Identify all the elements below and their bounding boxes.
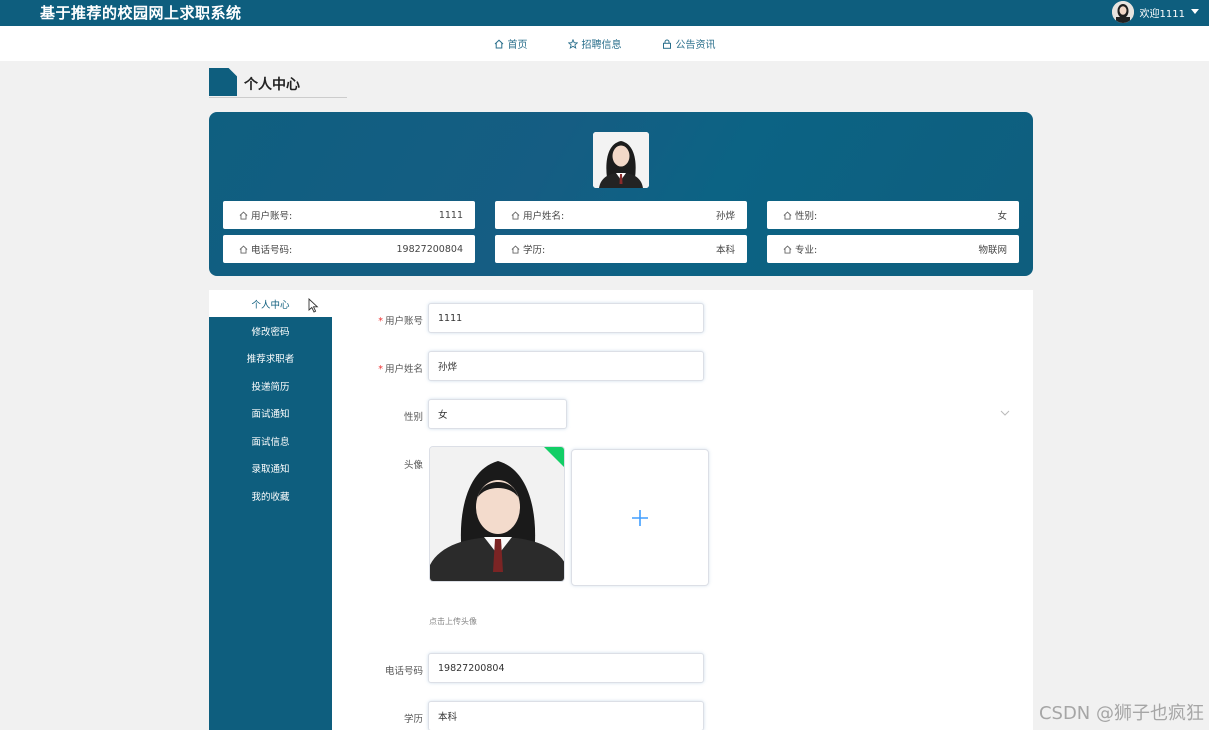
sidebar-item-label: 个人中心 [251,299,290,311]
avatar-label: 头像 [403,460,423,471]
nav-item-home[interactable]: 首页 [494,36,528,51]
education-input[interactable]: 本科 [428,701,704,730]
nav-item-label: 公告资讯 [675,40,716,51]
sidebar-item-offer[interactable]: 录取通知 [209,454,332,481]
avatar-preview[interactable] [429,446,565,582]
name-label-text: 用户姓名 [384,364,423,375]
page-title: 个人中心 [244,77,300,93]
info-label: 用户姓名: [523,211,565,222]
info-label: 学历: [523,245,546,256]
sidebar-item-interview-notice[interactable]: 面试通知 [209,399,332,426]
account-input-value: 1111 [438,312,463,324]
home-icon [511,210,520,220]
name-input-value: 孙烨 [438,362,458,373]
info-value: 孙烨 [715,211,735,222]
profile-banner: 用户账号: 1111 用户姓名: 孙烨 性别: 女 电话号码: 19827200… [209,112,1033,276]
user-menu[interactable]: 欢迎1111 [1111,1,1199,23]
home-icon [494,39,503,48]
sidebar-item-label: 录取通知 [251,463,290,475]
home-icon [783,210,792,220]
nav-item-label: 招聘信息 [581,40,622,51]
info-value: 本科 [715,245,735,256]
avatar-upload-button[interactable] [571,449,709,586]
phone-input-value: 19827200804 [438,662,505,674]
star-icon [567,38,578,49]
home-icon [239,244,248,254]
avatar-upload-hint: 点击上传头像 [429,617,477,626]
section-tab-marker [209,68,237,96]
info-label: 电话号码: [251,245,293,256]
info-value: 物联网 [978,245,1007,256]
home-icon [783,244,792,254]
account-input[interactable]: 1111 [428,303,704,333]
sidebar-item-label: 面试信息 [251,436,290,448]
education-label: 学历 [403,714,423,725]
gender-select-value: 女 [438,410,448,421]
plus-icon [632,509,648,526]
account-label-text: 用户账号 [384,316,423,327]
user-welcome-text: 欢迎1111 [1139,8,1185,20]
name-label: * 用户姓名 [378,364,423,375]
caret-down-icon [1191,9,1199,14]
sidebar-item-resume[interactable]: 投递简历 [209,372,332,399]
phone-label: 电话号码 [384,666,423,677]
name-input[interactable]: 孙烨 [428,351,704,381]
info-major: 专业: 物联网 [767,235,1019,263]
nav-item-jobs[interactable]: 招聘信息 [567,36,622,51]
watermark: CSDN @狮子也疯狂 [1038,703,1204,724]
chevron-down-icon[interactable] [1000,408,1010,418]
info-phone: 电话号码: 19827200804 [223,235,475,263]
home-icon [239,210,248,220]
info-value: 女 [997,211,1007,222]
sidebar-item-interview-info[interactable]: 面试信息 [209,427,332,454]
gender-label: 性别 [403,412,423,423]
avatar-photo [430,447,564,581]
phone-input[interactable]: 19827200804 [428,653,704,683]
mouse-cursor-icon [308,298,319,313]
lock-icon [662,39,671,49]
info-gender: 性别: 女 [767,201,1019,229]
info-label: 用户账号: [251,211,293,222]
sidebar-item-password[interactable]: 修改密码 [209,317,332,344]
sidebar-item-favorites[interactable]: 我的收藏 [209,482,332,509]
user-avatar [1111,1,1134,23]
info-name: 用户姓名: 孙烨 [495,201,747,229]
content-panel: 个人中心 修改密码 推荐求职者 投递简历 面试通知 面试信息 录取通知 我的收藏… [209,290,1033,730]
info-label: 性别: [795,211,818,222]
info-label: 专业: [795,245,818,256]
home-icon [511,244,520,254]
info-education: 学历: 本科 [495,235,747,263]
sidebar-item-label: 投递简历 [251,381,290,393]
account-label: * 用户账号 [378,316,423,327]
section-header: 个人中心 [209,68,347,98]
nav-item-label: 首页 [507,40,528,51]
sidebar: 个人中心 修改密码 推荐求职者 投递简历 面试通知 面试信息 录取通知 我的收藏 [209,290,332,730]
education-input-value: 本科 [438,712,458,723]
info-account: 用户账号: 1111 [223,201,475,229]
profile-photo [593,132,649,188]
sidebar-item-label: 修改密码 [251,326,290,338]
sidebar-item-label: 推荐求职者 [246,353,295,365]
sidebar-item-label: 面试通知 [251,408,290,420]
nav-item-news[interactable]: 公告资讯 [662,36,716,51]
info-value: 19827200804 [396,243,464,255]
sidebar-item-label: 我的收藏 [251,491,290,503]
gender-select[interactable]: 女 [428,399,567,429]
app-title: 基于推荐的校园网上求职系统 [40,4,242,22]
sidebar-item-recommend[interactable]: 推荐求职者 [209,344,332,371]
top-header: 基于推荐的校园网上求职系统 欢迎1111 [0,0,1209,26]
main-nav: 首页 招聘信息 公告资讯 [0,26,1209,61]
info-value: 1111 [438,209,463,221]
